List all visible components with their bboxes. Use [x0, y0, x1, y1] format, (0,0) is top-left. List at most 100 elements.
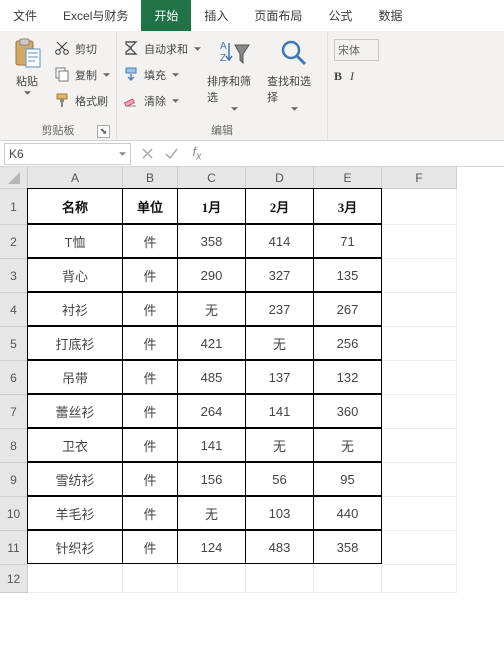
tab-page-layout[interactable]: 页面布局 — [241, 0, 315, 31]
find-select-button[interactable]: 查找和选择 — [267, 33, 321, 113]
copy-button[interactable]: 复制 — [54, 64, 110, 86]
col-header-d[interactable]: D — [246, 167, 314, 189]
row-header[interactable]: 6 — [0, 361, 28, 395]
cancel-button[interactable] — [135, 142, 159, 166]
cell[interactable]: 件 — [122, 258, 178, 292]
row-header[interactable]: 7 — [0, 395, 28, 429]
fill-button[interactable]: 填充 — [123, 64, 201, 86]
cell[interactable]: 290 — [177, 258, 246, 292]
cell[interactable]: 256 — [313, 326, 382, 360]
chevron-down-icon[interactable] — [118, 150, 126, 158]
cell[interactable] — [382, 429, 457, 463]
cell[interactable]: 2月 — [245, 188, 314, 224]
cell[interactable]: 137 — [245, 360, 314, 394]
cell[interactable]: 蕾丝衫 — [27, 394, 123, 428]
cell[interactable]: 背心 — [27, 258, 123, 292]
cell[interactable]: 440 — [313, 496, 382, 530]
cell[interactable]: 卫衣 — [27, 428, 123, 462]
cell[interactable]: 360 — [313, 394, 382, 428]
cell[interactable]: 件 — [122, 292, 178, 326]
select-all-corner[interactable] — [0, 167, 28, 189]
cell[interactable]: 156 — [177, 462, 246, 496]
cell[interactable]: 141 — [245, 394, 314, 428]
cell[interactable] — [382, 463, 457, 497]
cell[interactable]: 件 — [122, 462, 178, 496]
cell[interactable] — [382, 565, 457, 593]
cell[interactable]: 件 — [122, 360, 178, 394]
row-header[interactable]: 1 — [0, 189, 28, 225]
cell[interactable]: 132 — [313, 360, 382, 394]
cell[interactable]: 无 — [177, 292, 246, 326]
cell[interactable] — [382, 361, 457, 395]
cell[interactable]: 无 — [245, 428, 314, 462]
col-header-b[interactable]: B — [123, 167, 178, 189]
col-header-f[interactable]: F — [382, 167, 457, 189]
row-header[interactable]: 12 — [0, 565, 28, 593]
bold-button[interactable]: B — [334, 69, 342, 84]
cell[interactable] — [382, 327, 457, 361]
cell[interactable]: 件 — [122, 530, 178, 564]
cell[interactable]: 414 — [245, 224, 314, 258]
cell[interactable]: 358 — [313, 530, 382, 564]
cell[interactable]: 327 — [245, 258, 314, 292]
cell[interactable]: 件 — [122, 496, 178, 530]
cell[interactable]: 141 — [177, 428, 246, 462]
cell[interactable] — [28, 565, 123, 593]
cell[interactable]: 56 — [245, 462, 314, 496]
row-header[interactable]: 10 — [0, 497, 28, 531]
cut-button[interactable]: 剪切 — [54, 38, 110, 60]
cell[interactable]: 打底衫 — [27, 326, 123, 360]
cell[interactable]: 267 — [313, 292, 382, 326]
cell[interactable] — [382, 189, 457, 225]
cell[interactable]: 吊带 — [27, 360, 123, 394]
cell[interactable]: 无 — [177, 496, 246, 530]
cell[interactable]: 71 — [313, 224, 382, 258]
row-header[interactable]: 11 — [0, 531, 28, 565]
cell[interactable]: 1月 — [177, 188, 246, 224]
row-header[interactable]: 2 — [0, 225, 28, 259]
row-header[interactable]: 9 — [0, 463, 28, 497]
sort-filter-button[interactable]: AZ 排序和筛选 — [207, 33, 261, 113]
spreadsheet-grid[interactable]: A B C D E F 1 名称 单位 1月 2月 3月 2 T恤件358414… — [0, 167, 504, 593]
font-name-selector[interactable]: 宋体 — [334, 39, 379, 61]
tab-data[interactable]: 数据 — [365, 0, 415, 31]
cell[interactable]: 483 — [245, 530, 314, 564]
tab-formulas[interactable]: 公式 — [315, 0, 365, 31]
col-header-e[interactable]: E — [314, 167, 382, 189]
col-header-c[interactable]: C — [178, 167, 246, 189]
cell[interactable] — [382, 259, 457, 293]
cell[interactable]: 358 — [177, 224, 246, 258]
cell[interactable]: 421 — [177, 326, 246, 360]
cell[interactable] — [246, 565, 314, 593]
cell[interactable]: 95 — [313, 462, 382, 496]
cell[interactable] — [178, 565, 246, 593]
cell[interactable]: 264 — [177, 394, 246, 428]
autosum-button[interactable]: 自动求和 — [123, 38, 201, 60]
cell[interactable] — [382, 395, 457, 429]
cell[interactable]: 135 — [313, 258, 382, 292]
tab-file[interactable]: 文件 — [0, 0, 50, 31]
cell[interactable]: 无 — [245, 326, 314, 360]
tab-home[interactable]: 开始 — [141, 0, 191, 31]
cell[interactable]: 衬衫 — [27, 292, 123, 326]
cell[interactable] — [123, 565, 178, 593]
col-header-a[interactable]: A — [28, 167, 123, 189]
cell[interactable]: 237 — [245, 292, 314, 326]
cell[interactable]: T恤 — [27, 224, 123, 258]
row-header[interactable]: 8 — [0, 429, 28, 463]
cell[interactable] — [382, 497, 457, 531]
tab-excel-finance[interactable]: Excel与财务 — [50, 0, 141, 31]
cell[interactable]: 名称 — [27, 188, 123, 224]
dialog-launcher-icon[interactable]: ⬊ — [97, 125, 110, 138]
format-painter-button[interactable]: 格式刷 — [54, 90, 110, 112]
cell[interactable] — [382, 531, 457, 565]
cell[interactable]: 103 — [245, 496, 314, 530]
row-header[interactable]: 5 — [0, 327, 28, 361]
cell[interactable]: 无 — [313, 428, 382, 462]
italic-button[interactable]: I — [350, 69, 354, 84]
row-header[interactable]: 4 — [0, 293, 28, 327]
cell[interactable]: 羊毛衫 — [27, 496, 123, 530]
cell[interactable]: 件 — [122, 428, 178, 462]
cell[interactable]: 件 — [122, 326, 178, 360]
cell[interactable]: 针织衫 — [27, 530, 123, 564]
